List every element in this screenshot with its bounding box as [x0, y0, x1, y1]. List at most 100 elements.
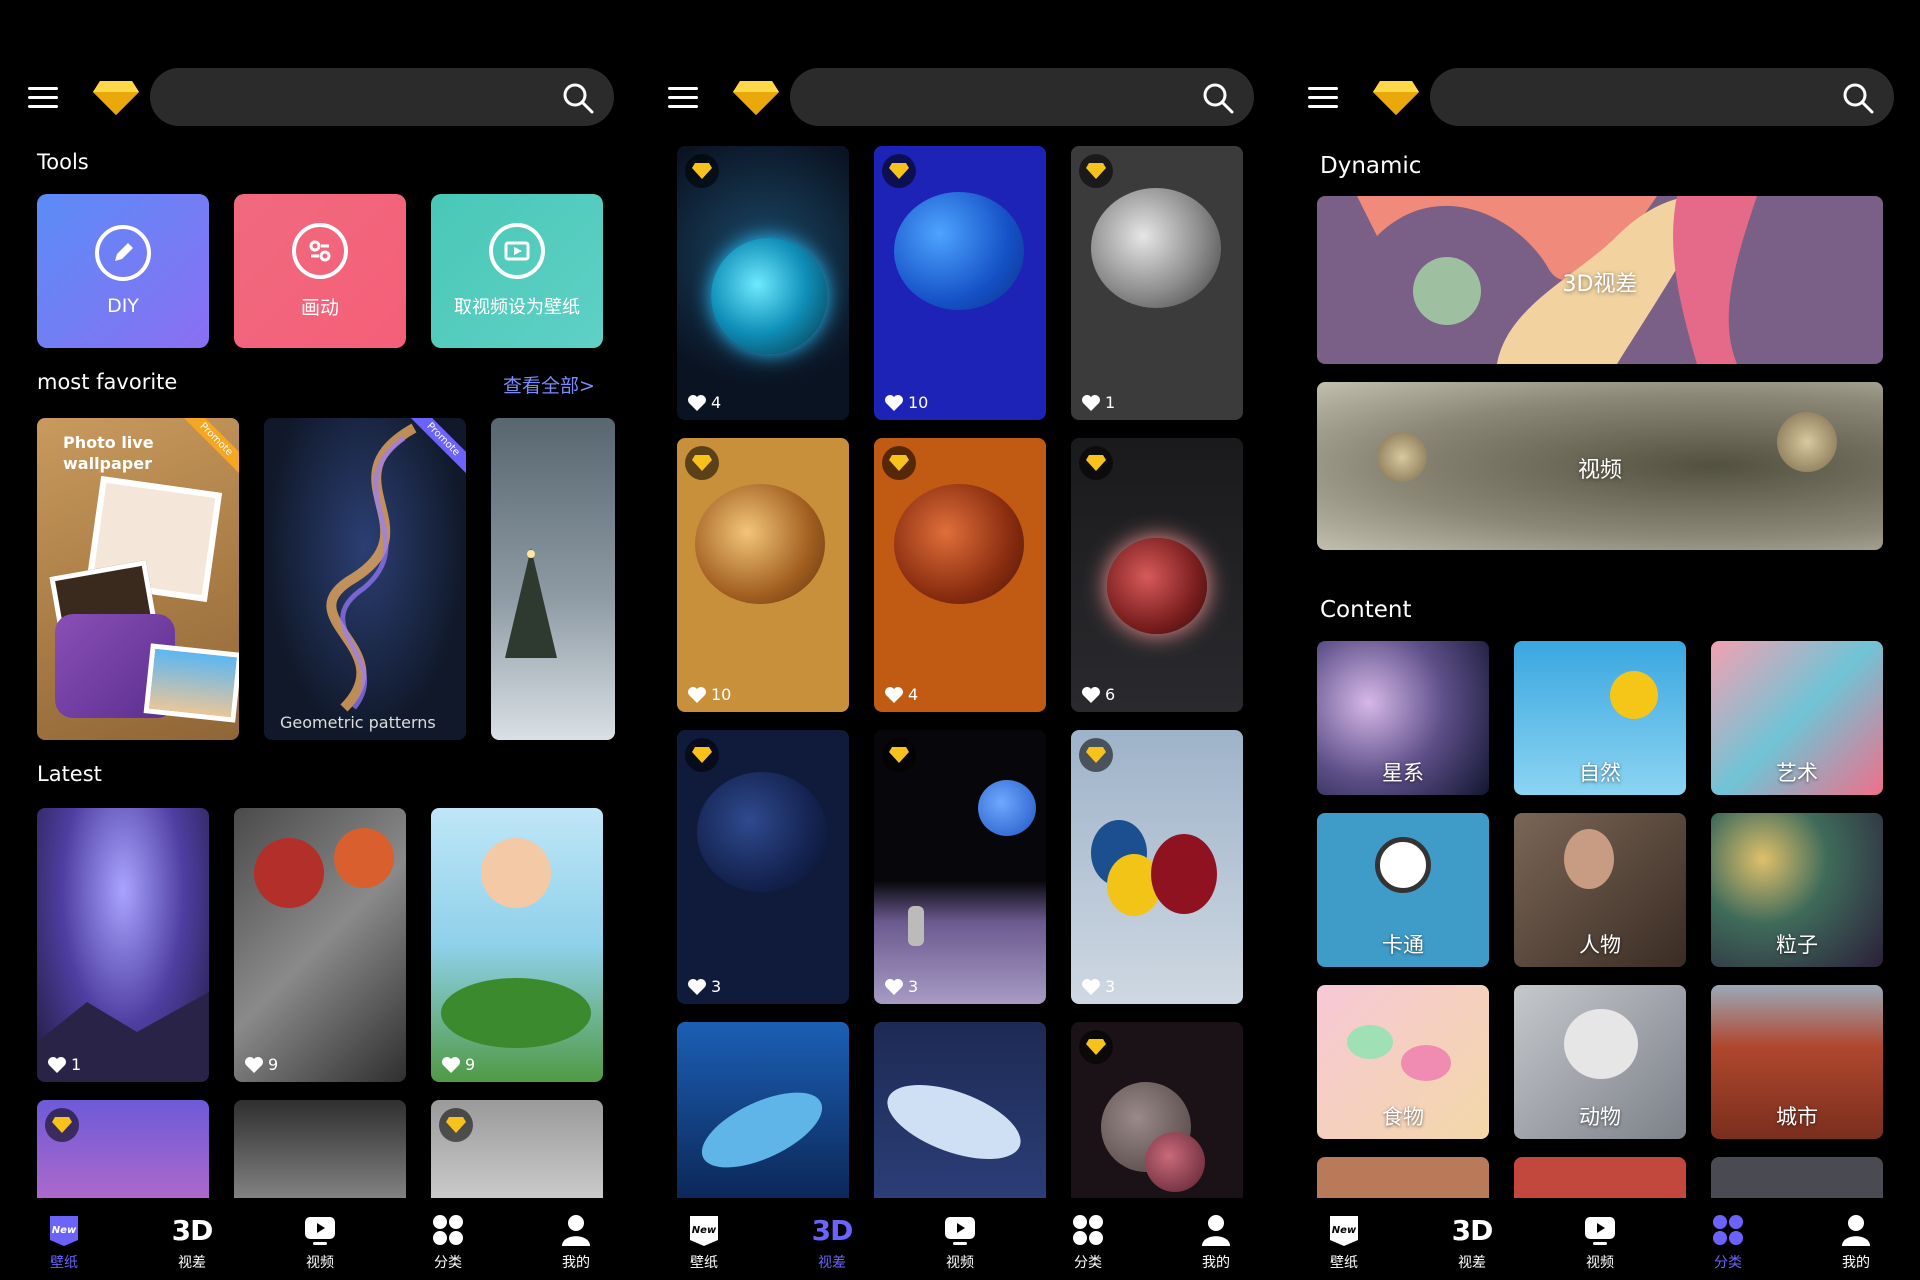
nav-video-tab[interactable]: 视频	[1536, 1198, 1664, 1280]
nav-label: 视差	[178, 1255, 206, 1271]
category-people-card[interactable]: 人物	[1514, 813, 1686, 967]
like-count[interactable]: 1	[47, 1055, 81, 1074]
most-favorite-title: most favorite	[37, 370, 178, 394]
nav-profile-tab[interactable]: 我的	[512, 1198, 640, 1280]
nav-category-tab[interactable]: 分类	[1024, 1198, 1152, 1280]
like-count[interactable]: 9	[441, 1055, 475, 1074]
parallax-wallpaper-card[interactable]	[677, 1022, 849, 1210]
diamond-vip-icon[interactable]	[1372, 77, 1420, 117]
search-icon[interactable]	[562, 82, 594, 114]
diamond-vip-icon[interactable]	[92, 77, 140, 117]
nav-wallpaper-tab[interactable]: New 壁纸	[0, 1198, 128, 1280]
nav-label: 我的	[562, 1255, 590, 1271]
search-icon[interactable]	[1842, 82, 1874, 114]
category-label: 动物	[1579, 1105, 1621, 1129]
dynamic-video-card[interactable]: 视频	[1317, 382, 1883, 550]
diamond-vip-icon[interactable]	[732, 77, 780, 117]
parallax-wallpaper-card[interactable]: 3	[1071, 730, 1243, 1004]
search-input[interactable]	[174, 68, 554, 126]
nav-video-tab[interactable]: 视频	[896, 1198, 1024, 1280]
nav-3d-tab[interactable]: 3D 视差	[1408, 1198, 1536, 1280]
film-icon	[489, 223, 545, 279]
latest-wallpaper-card[interactable]	[431, 1100, 603, 1210]
like-count[interactable]: 3	[884, 977, 918, 996]
nav-category-tab[interactable]: 分类	[1664, 1198, 1792, 1280]
category-city-card[interactable]: 城市	[1711, 985, 1883, 1139]
view-all-link[interactable]: 查看全部>	[503, 371, 595, 398]
search-input[interactable]	[814, 68, 1194, 126]
like-count[interactable]: 3	[1081, 977, 1115, 996]
diamond-icon	[52, 1117, 72, 1133]
favorite-card-geometric[interactable]: Promote Geometric patterns	[264, 418, 466, 740]
like-count-value: 9	[268, 1055, 279, 1074]
video-icon	[302, 1212, 338, 1248]
search-bar[interactable]	[790, 68, 1254, 126]
tool-diy-button[interactable]: DIY	[37, 194, 209, 348]
parallax-wallpaper-card[interactable]	[1071, 1022, 1243, 1210]
parallax-wallpaper-card[interactable]: 10	[677, 438, 849, 712]
category-nature-card[interactable]: 自然	[1514, 641, 1686, 795]
diamond-icon	[1086, 747, 1106, 763]
latest-wallpaper-card[interactable]: 1	[37, 808, 209, 1082]
category-cartoon-card[interactable]: 卡通	[1317, 813, 1489, 967]
category-art-card[interactable]: 艺术	[1711, 641, 1883, 795]
parallax-wallpaper-card[interactable]: 10	[874, 146, 1046, 420]
category-food-card[interactable]: 食物	[1317, 985, 1489, 1139]
nav-wallpaper-tab[interactable]: New 壁纸	[1280, 1198, 1408, 1280]
wallpaper-icon: New	[1326, 1212, 1362, 1248]
dynamic-3d-parallax-card[interactable]: 3D视差	[1317, 196, 1883, 364]
vip-badge	[882, 446, 916, 480]
heart-icon	[688, 978, 706, 995]
like-count-value: 1	[1105, 393, 1116, 412]
category-icon	[430, 1212, 466, 1248]
search-icon[interactable]	[1202, 82, 1234, 114]
menu-icon[interactable]	[28, 87, 58, 109]
like-count[interactable]: 4	[687, 393, 721, 412]
nav-3d-tab[interactable]: 3D 视差	[128, 1198, 256, 1280]
parallax-wallpaper-card[interactable]: 4	[874, 438, 1046, 712]
favorite-card-christmas[interactable]	[491, 418, 615, 740]
category-galaxy-card[interactable]: 星系	[1317, 641, 1489, 795]
nav-wallpaper-tab[interactable]: New 壁纸	[640, 1198, 768, 1280]
category-label: 艺术	[1776, 761, 1818, 785]
astronaut-figure	[908, 906, 924, 946]
latest-wallpaper-card[interactable]	[37, 1100, 209, 1210]
like-count[interactable]: 4	[884, 685, 918, 704]
like-count[interactable]: 9	[244, 1055, 278, 1074]
nav-profile-tab[interactable]: 我的	[1792, 1198, 1920, 1280]
3d-parallax-screen: 4 10 1 10 4 6 3 3 3 New 壁纸 3D 视差 视频 分类 我…	[640, 0, 1280, 1280]
parallax-wallpaper-card[interactable]: 6	[1071, 438, 1243, 712]
like-count[interactable]: 10	[884, 393, 928, 412]
like-count[interactable]: 3	[687, 977, 721, 996]
latest-wallpaper-card[interactable]: 9	[234, 808, 406, 1082]
3d-icon: 3D	[1451, 1213, 1494, 1247]
nav-video-tab[interactable]: 视频	[256, 1198, 384, 1280]
latest-wallpaper-card[interactable]	[234, 1100, 406, 1210]
latest-wallpaper-card[interactable]: 9	[431, 808, 603, 1082]
search-bar[interactable]	[1430, 68, 1894, 126]
favorite-card-photo-live[interactable]: Photo live wallpaper Promote	[37, 418, 239, 740]
search-input[interactable]	[1454, 68, 1834, 126]
parallax-wallpaper-card[interactable]	[874, 1022, 1046, 1210]
diamond-icon	[1086, 1039, 1106, 1055]
search-bar[interactable]	[150, 68, 614, 126]
cartoon-face	[1375, 837, 1431, 893]
category-particles-card[interactable]: 粒子	[1711, 813, 1883, 967]
nav-3d-tab[interactable]: 3D 视差	[768, 1198, 896, 1280]
nav-profile-tab[interactable]: 我的	[1152, 1198, 1280, 1280]
whale-figure	[691, 1077, 833, 1183]
like-count[interactable]: 1	[1081, 393, 1115, 412]
parallax-wallpaper-card[interactable]: 4	[677, 146, 849, 420]
tool-animate-button[interactable]: 画动	[234, 194, 406, 348]
menu-icon[interactable]	[1308, 87, 1338, 109]
tool-video-wallpaper-button[interactable]: 取视频设为壁纸	[431, 194, 603, 348]
category-animals-card[interactable]: 动物	[1514, 985, 1686, 1139]
nav-category-tab[interactable]: 分类	[384, 1198, 512, 1280]
heart-icon	[1082, 978, 1100, 995]
like-count[interactable]: 6	[1081, 685, 1115, 704]
parallax-wallpaper-card[interactable]: 3	[677, 730, 849, 1004]
like-count[interactable]: 10	[687, 685, 731, 704]
menu-icon[interactable]	[668, 87, 698, 109]
parallax-wallpaper-card[interactable]: 1	[1071, 146, 1243, 420]
parallax-wallpaper-card[interactable]: 3	[874, 730, 1046, 1004]
